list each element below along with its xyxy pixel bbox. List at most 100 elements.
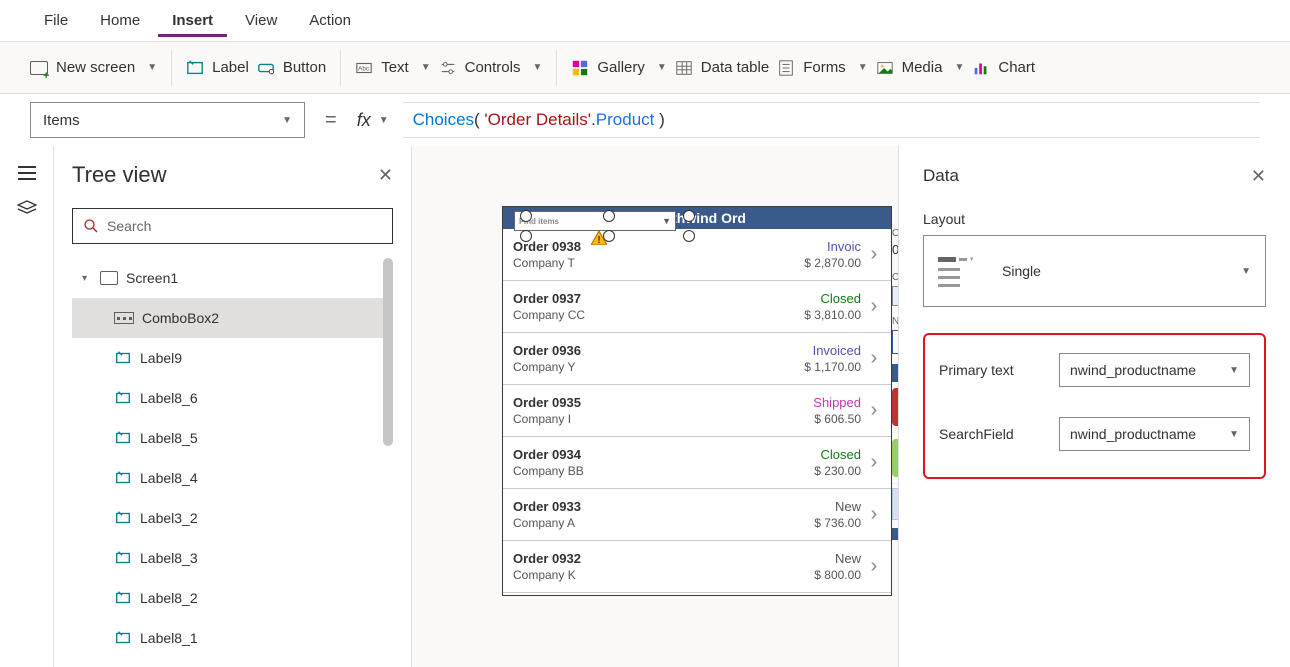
- order-item[interactable]: Order 0935Company IShipped$ 606.50›: [503, 385, 891, 437]
- close-icon[interactable]: ✕: [1251, 166, 1266, 187]
- selection-handle[interactable]: [683, 230, 695, 242]
- order-company: Company A: [513, 516, 791, 530]
- formula-bar: Items ▼ = fx▼ Choices( 'Order Details'.P…: [0, 94, 1290, 146]
- forms-label: Forms: [803, 59, 846, 76]
- tree-label-row[interactable]: Label3_2: [72, 498, 393, 538]
- data-table-label: Data table: [701, 59, 769, 76]
- chevron-right-icon: ›: [861, 451, 887, 474]
- tree-combobox-row[interactable]: ComboBox2: [72, 298, 393, 338]
- chevron-down-icon: ▼: [858, 62, 868, 73]
- order-item[interactable]: Order 0938Company TInvoic$ 2,870.00›: [503, 229, 891, 281]
- label-icon: [186, 59, 204, 77]
- label-icon: [114, 389, 132, 407]
- tree-item-label: Label8_4: [140, 470, 198, 486]
- media-label: Media: [902, 59, 943, 76]
- order-item[interactable]: Order 0937Company CCClosed$ 3,810.00›: [503, 281, 891, 333]
- order-amount: $ 2,870.00: [791, 256, 861, 270]
- chevron-right-icon: ›: [861, 503, 887, 526]
- label-icon: [114, 629, 132, 647]
- property-selector[interactable]: Items ▼: [30, 102, 305, 138]
- tree-item-label: Label8_3: [140, 550, 198, 566]
- warning-icon: !: [591, 231, 607, 248]
- controls-button[interactable]: Controls ▼: [439, 59, 543, 77]
- tree-label-row[interactable]: Label8_3: [72, 538, 393, 578]
- combobox-control[interactable]: Find items ▼: [514, 211, 676, 231]
- order-item[interactable]: Order 0933Company ANew$ 736.00›: [503, 489, 891, 541]
- menu-home[interactable]: Home: [86, 4, 154, 37]
- formula-input[interactable]: Choices( 'Order Details'.Product ): [403, 102, 1260, 138]
- tree-label-row[interactable]: Label9: [72, 338, 393, 378]
- layout-selector[interactable]: ▾ Single ▼: [923, 235, 1266, 307]
- formula-string: 'Order Details': [484, 110, 591, 130]
- button-button[interactable]: Button: [257, 59, 326, 77]
- order-item[interactable]: Order 0936Company YInvoiced$ 1,170.00›: [503, 333, 891, 385]
- button-text: Button: [283, 59, 326, 76]
- search-input[interactable]: Search: [72, 208, 393, 244]
- text-icon: Abc: [355, 59, 373, 77]
- menu-file[interactable]: File: [30, 4, 82, 37]
- gallery-button[interactable]: Gallery ▼: [571, 59, 666, 77]
- menu-insert[interactable]: Insert: [158, 4, 227, 37]
- tree-label-row[interactable]: Label8_4: [72, 458, 393, 498]
- tree-view-icon[interactable]: [17, 200, 37, 216]
- order-number: Order 0935: [513, 395, 791, 410]
- order-amount: $ 736.00: [791, 516, 861, 530]
- menu-action[interactable]: Action: [295, 4, 365, 37]
- order-item[interactable]: Order 0932Company KNew$ 800.00›: [503, 541, 891, 593]
- order-item[interactable]: Order 0934Company BBClosed$ 230.00›: [503, 437, 891, 489]
- order-number: Order 0938: [513, 239, 791, 254]
- data-table-icon: [675, 59, 693, 77]
- forms-button[interactable]: Forms ▼: [777, 59, 867, 77]
- search-field-selector[interactable]: nwind_productname ▼: [1059, 417, 1250, 451]
- scrollbar[interactable]: [383, 258, 393, 667]
- hamburger-icon[interactable]: [18, 166, 36, 180]
- order-number: Order 0937: [513, 291, 791, 306]
- order-status: Closed: [791, 447, 861, 462]
- order-company: Company I: [513, 412, 791, 426]
- new-screen-button[interactable]: + New screen ▼: [30, 59, 157, 76]
- chevron-down-icon: ▼: [421, 62, 431, 73]
- order-company: Company BB: [513, 464, 791, 478]
- data-table-button[interactable]: Data table: [675, 59, 769, 77]
- formula-fn: Choices: [413, 110, 474, 130]
- label-button[interactable]: Label: [186, 59, 249, 77]
- order-status: Closed: [791, 291, 861, 306]
- label-icon: [114, 429, 132, 447]
- chevron-down-icon: ▼: [954, 62, 964, 73]
- order-status: Invoic: [791, 239, 861, 254]
- chart-button[interactable]: Chart: [972, 59, 1035, 77]
- tree-label-row[interactable]: Label8_5: [72, 418, 393, 458]
- chevron-right-icon: ›: [861, 243, 887, 266]
- media-button[interactable]: Media ▼: [876, 59, 965, 77]
- close-icon[interactable]: ✕: [378, 165, 393, 186]
- canvas: Northwind Ord Find items ▼ ! Order 0938 C…: [412, 146, 1290, 667]
- app-header: Northwind Ord Find items ▼ !: [503, 207, 891, 229]
- selection-handle[interactable]: [683, 210, 695, 222]
- order-number: Order 0934: [513, 447, 791, 462]
- selection-handle[interactable]: [603, 210, 615, 222]
- tree-label-row[interactable]: Label8_6: [72, 378, 393, 418]
- menu-bar: File Home Insert View Action: [0, 0, 1290, 42]
- selection-handle[interactable]: [520, 230, 532, 242]
- selection-handle[interactable]: [520, 210, 532, 222]
- order-amount: $ 1,170.00: [791, 360, 861, 374]
- combobox-icon: [114, 312, 134, 324]
- tree-label-row[interactable]: Label8_1: [72, 618, 393, 658]
- order-amount: $ 800.00: [791, 568, 861, 582]
- order-company: Company K: [513, 568, 791, 582]
- text-button[interactable]: Abc Text ▼: [355, 59, 430, 77]
- tree-screen-row[interactable]: ▾ Screen1: [72, 258, 393, 298]
- equals-sign: =: [319, 109, 343, 132]
- label-icon: [114, 549, 132, 567]
- tree-item-label: Label8_5: [140, 430, 198, 446]
- order-list: Order 0938Company TInvoic$ 2,870.00›Orde…: [503, 229, 891, 595]
- order-status: New: [791, 499, 861, 514]
- tree-label-row[interactable]: Label8_2: [72, 578, 393, 618]
- menu-view[interactable]: View: [231, 4, 291, 37]
- tree-item-label: Label8_6: [140, 390, 198, 406]
- chevron-right-icon: ›: [861, 347, 887, 370]
- primary-text-selector[interactable]: nwind_productname ▼: [1059, 353, 1250, 387]
- layout-value: Single: [1002, 263, 1221, 279]
- label-icon: [114, 349, 132, 367]
- fx-button[interactable]: fx▼: [357, 110, 389, 131]
